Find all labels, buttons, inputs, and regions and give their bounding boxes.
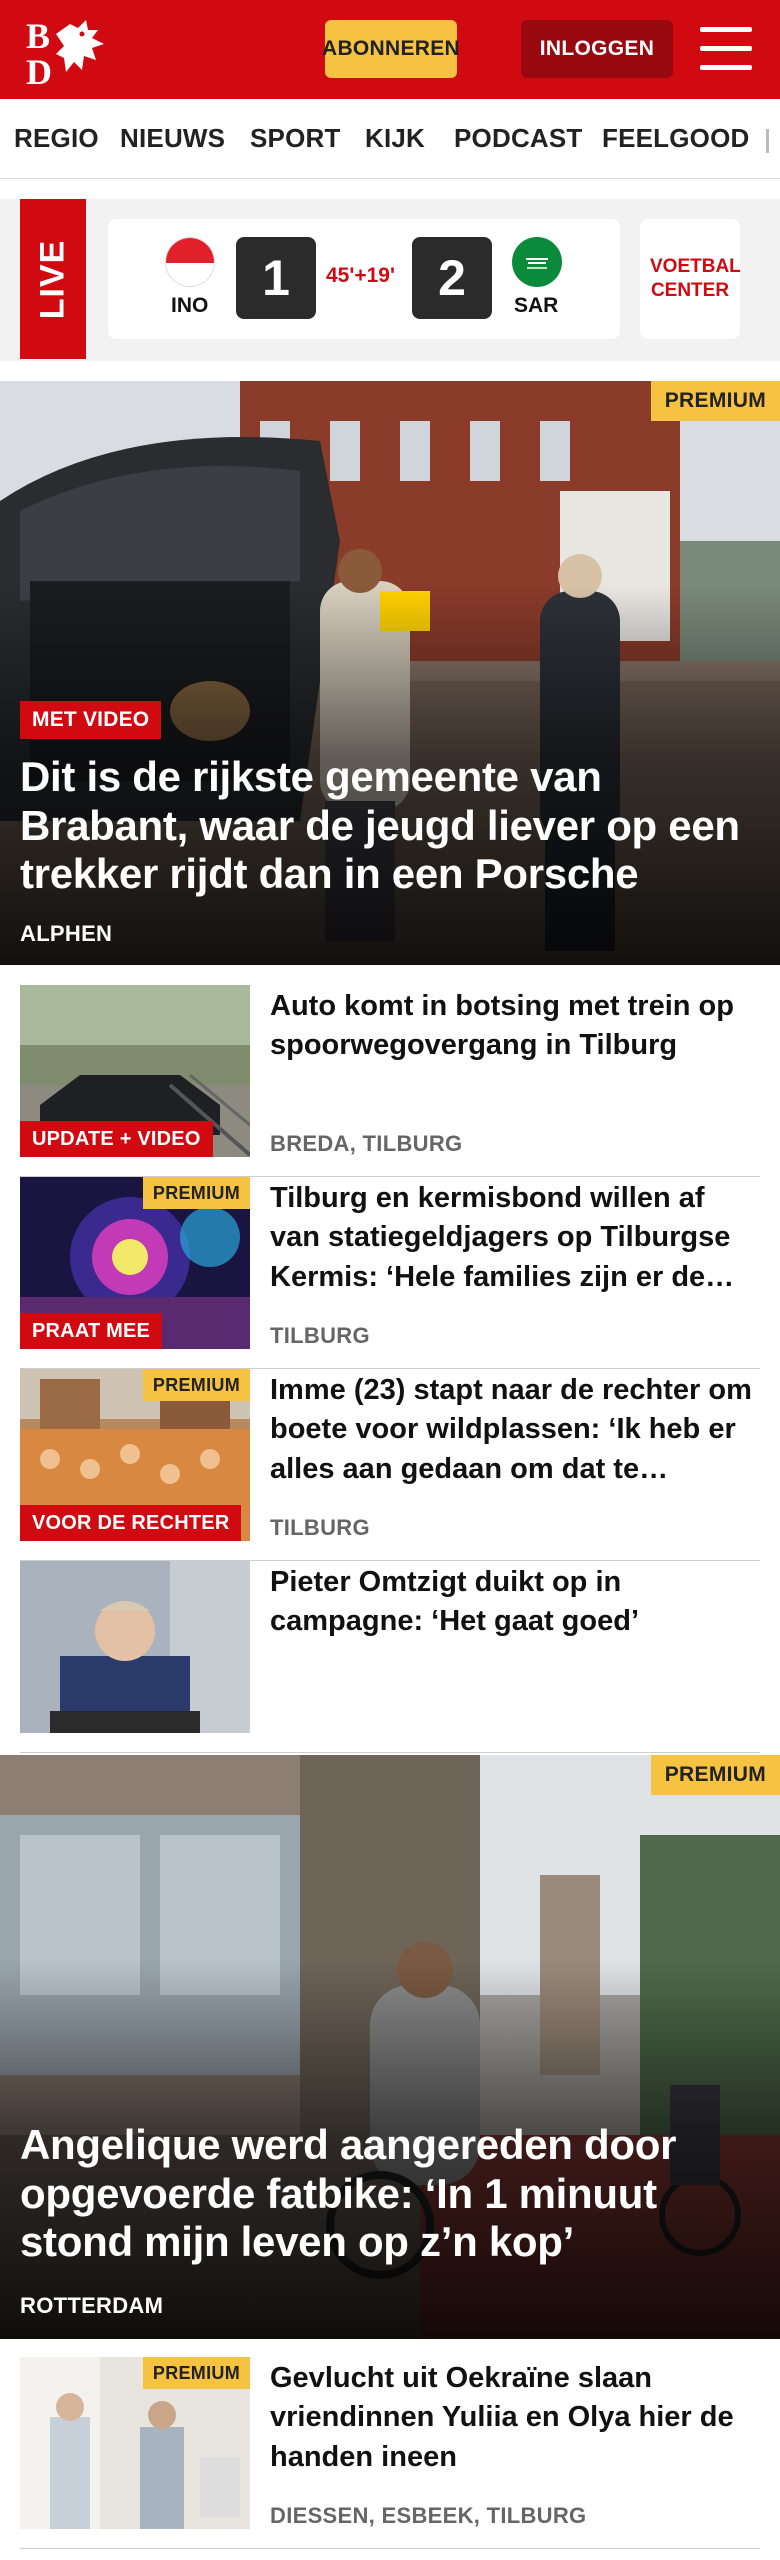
nav-overflow-indicator — [766, 129, 769, 153]
article-location: BREDA, TILBURG — [270, 1131, 463, 1156]
article-thumbnail: PREMIUM VOOR DE RECHTER — [20, 1369, 250, 1541]
article-title[interactable]: Gevlucht uit Oekraïne slaan vriendinnen … — [270, 2359, 760, 2477]
premium-badge: PREMIUM — [142, 1369, 250, 1401]
match-score-card[interactable]: INO 1 45'+19' 2 SAR — [108, 219, 620, 339]
away-score: 2 — [412, 237, 492, 319]
hero-title[interactable]: Dit is de rijkste gemeente van Brabant, … — [20, 753, 760, 899]
voetbal-center-label: VOETBAL CENTER — [650, 256, 741, 301]
article-thumbnail: UPDATE + VIDEO — [20, 985, 250, 1157]
article-item[interactable]: Pieter Omtzigt duikt op in campagne: ‘He… — [20, 1561, 760, 1753]
subscribe-button[interactable]: ABONNEREN — [322, 20, 460, 78]
article-title[interactable]: Pieter Omtzigt duikt op in campagne: ‘He… — [270, 1563, 760, 1642]
premium-badge: PREMIUM — [142, 1177, 250, 1209]
premium-badge: PREMIUM — [650, 1755, 780, 1795]
login-button[interactable]: INLOGGEN — [521, 20, 673, 78]
article-location: DIESSEN, ESBEEK, TILBURG — [270, 2503, 587, 2528]
article-title[interactable]: Auto komt in botsing met trein op spoorw… — [270, 987, 760, 1066]
svg-text:B: B — [26, 16, 50, 56]
saudi-flag-icon — [512, 237, 562, 287]
voetbal-center-link[interactable]: VOETBAL CENTER — [640, 219, 741, 339]
live-tab[interactable]: LIVE — [20, 199, 86, 359]
hero-location: ALPHEN — [20, 921, 113, 946]
hero-title[interactable]: Angelique werd aangereden door opgevoerd… — [20, 2121, 760, 2267]
hero-article-rotterdam[interactable]: PREMIUM Angelique werd aangereden door o… — [0, 1755, 780, 2339]
article-thumbnail: PREMIUM — [20, 2357, 250, 2529]
away-team-name: SAR — [514, 294, 559, 317]
article-location: TILBURG — [270, 1515, 370, 1540]
premium-badge: PREMIUM — [650, 381, 780, 421]
nav-item-nieuws[interactable]: NIEUWS — [120, 123, 225, 154]
hero-location: ROTTERDAM — [20, 2293, 164, 2318]
bd-logo[interactable]: B D — [26, 14, 118, 92]
article-item[interactable]: PREMIUM VOOR DE RECHTER Imme (23) stapt … — [20, 1369, 760, 1561]
nav-item-podcast[interactable]: PODCAST — [454, 123, 583, 154]
article-title[interactable]: Tilburg en kermisbond willen af van stat… — [270, 1179, 760, 1297]
article-location: TILBURG — [270, 1323, 370, 1348]
home-team-name: INO — [171, 294, 209, 317]
hamburger-menu-icon[interactable] — [700, 27, 752, 71]
article-title[interactable]: Imme (23) stapt naar de rechter om boete… — [270, 1371, 760, 1489]
live-score-widget: LIVE INO 1 45'+19' 2 SAR VOETBAL CENTER — [0, 199, 780, 361]
match-time: 45'+19' — [326, 264, 395, 287]
home-score: 1 — [236, 237, 316, 319]
article-thumbnail — [20, 1561, 250, 1733]
premium-badge: PREMIUM — [142, 2357, 250, 2389]
article-item[interactable]: PREMIUM Gevlucht uit Oekraïne slaan vrie… — [20, 2357, 760, 2549]
article-thumbnail: PREMIUM PRAAT MEE — [20, 1177, 250, 1349]
voor-de-rechter-label: VOOR DE RECHTER — [20, 1505, 242, 1541]
nav-item-regio[interactable]: REGIO — [14, 123, 99, 154]
hero-article-alphen[interactable]: PREMIUM MET VIDEO Dit is de rijkste geme… — [0, 381, 780, 965]
hero-video-label: MET VIDEO — [20, 701, 162, 739]
live-label: LIVE — [33, 239, 72, 319]
indonesia-flag-icon — [165, 237, 215, 287]
site-header: B D ABONNEREN INLOGGEN — [0, 0, 780, 99]
update-video-label: UPDATE + VIDEO — [20, 1121, 213, 1157]
svg-text:D: D — [26, 52, 52, 86]
nav-item-feelgood[interactable]: FEELGOOD — [602, 123, 750, 154]
nav-item-kijk[interactable]: KIJK — [365, 123, 425, 154]
section-nav: REGIO NIEUWS SPORT KIJK PODCAST FEELGOOD — [0, 99, 780, 179]
praat-mee-label: PRAAT MEE — [20, 1313, 163, 1349]
article-item[interactable]: UPDATE + VIDEO Auto komt in botsing met … — [20, 985, 760, 1177]
article-item[interactable]: PREMIUM PRAAT MEE Tilburg en kermisbond … — [20, 1177, 760, 1369]
nav-item-sport[interactable]: SPORT — [250, 123, 341, 154]
